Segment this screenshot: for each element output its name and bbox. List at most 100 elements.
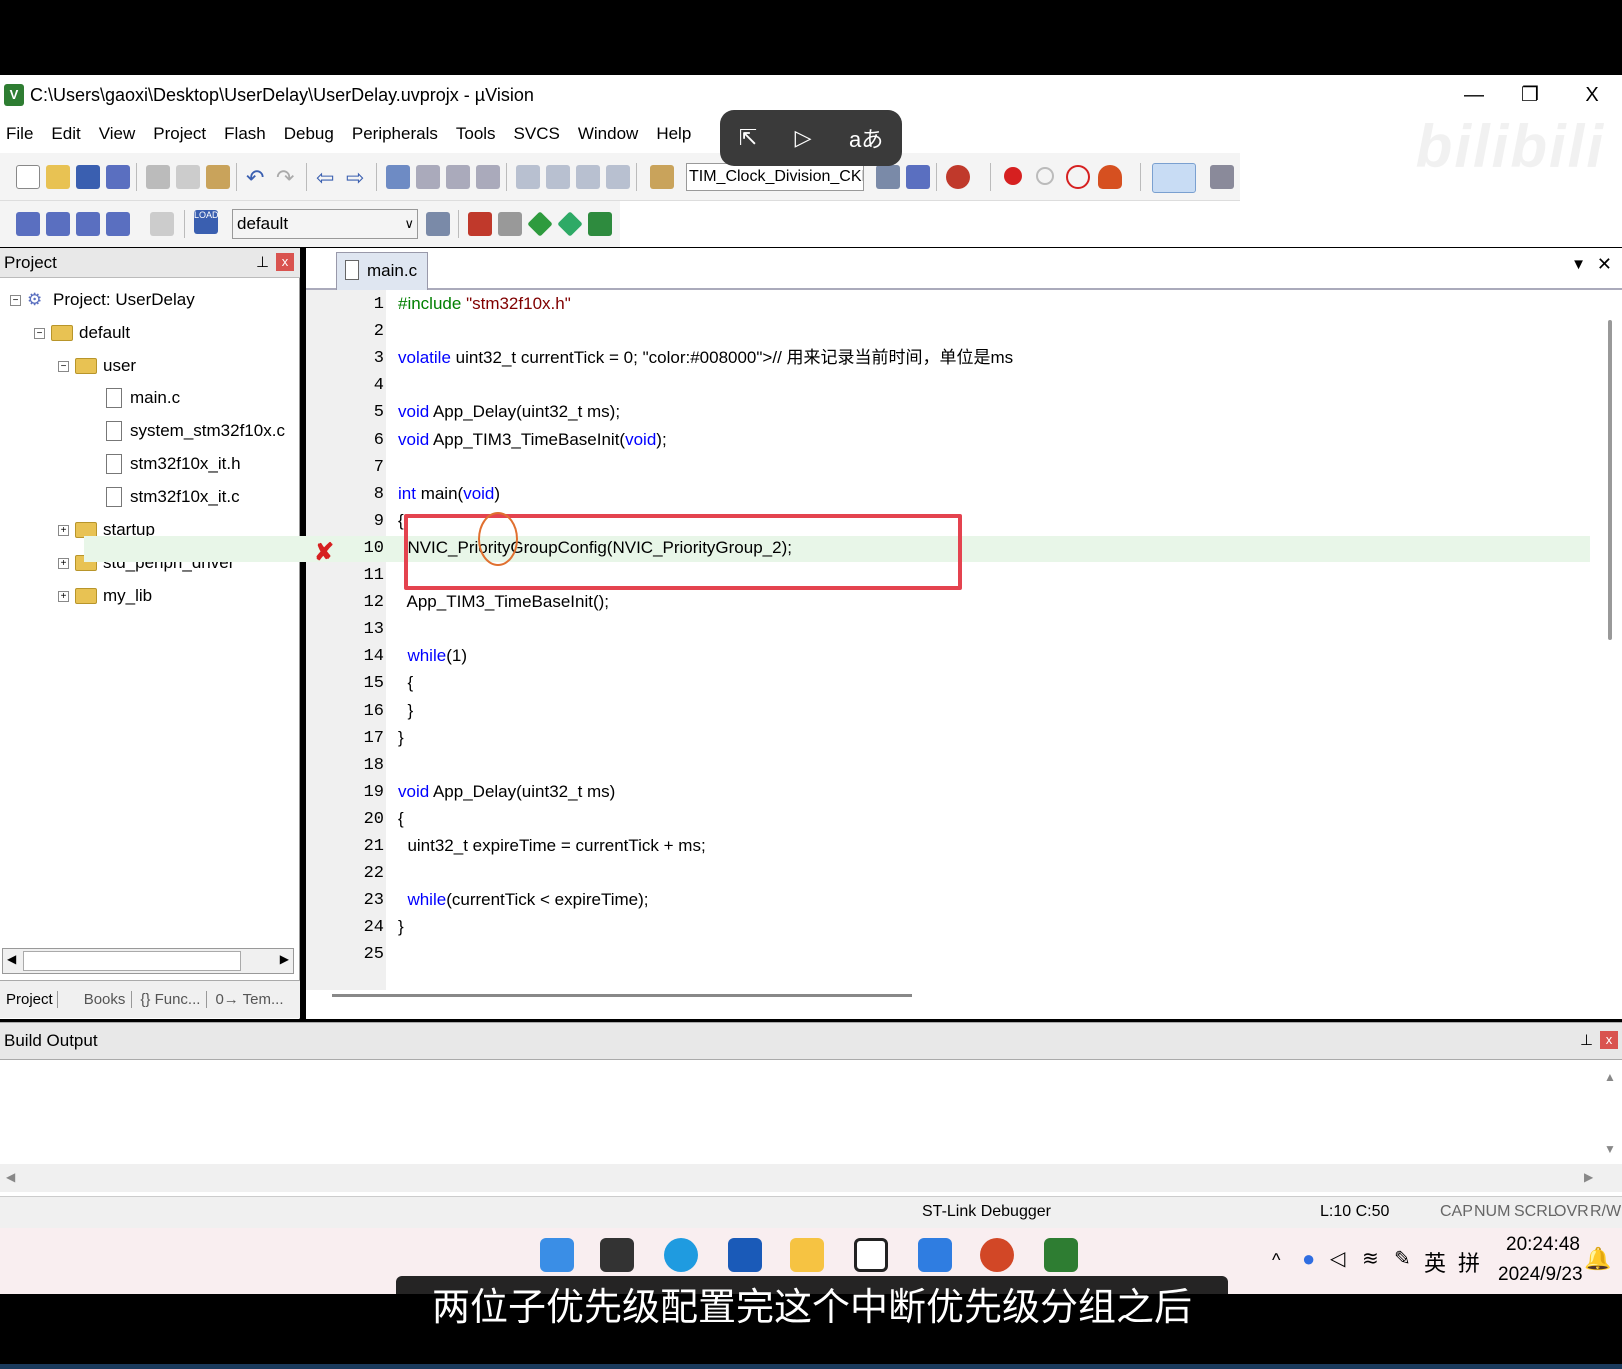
manage-components-icon[interactable] <box>468 212 492 236</box>
tab-list-icon[interactable]: ▼ <box>1571 256 1586 273</box>
breakpoint-icon[interactable] <box>1004 167 1022 185</box>
clock-time[interactable]: 20:24:48 <box>1506 1234 1580 1256</box>
scroll-down-icon[interactable]: ▼ <box>1604 1142 1616 1156</box>
menu-project[interactable]: Project <box>153 124 206 144</box>
code-line[interactable]: } <box>398 914 404 940</box>
target-options-icon[interactable] <box>426 212 450 236</box>
pack-installer-icon[interactable] <box>557 211 583 237</box>
run-time-env-icon[interactable] <box>527 211 553 237</box>
scroll-thumb[interactable] <box>23 951 241 971</box>
menu-tools[interactable]: Tools <box>456 124 496 144</box>
scroll-right-icon[interactable]: ▶ <box>1584 1170 1593 1184</box>
code-line[interactable]: void App_TIM3_TimeBaseInit(void); <box>398 427 667 453</box>
menu-peripherals[interactable]: Peripherals <box>352 124 438 144</box>
close-icon[interactable]: x <box>276 253 294 271</box>
windows-start-icon[interactable] <box>540 1238 574 1272</box>
code-line[interactable]: { <box>398 670 413 696</box>
file-explorer-icon[interactable] <box>790 1238 824 1272</box>
todo-app-icon[interactable] <box>728 1238 762 1272</box>
prev-bookmark-icon[interactable] <box>416 165 440 189</box>
build-icon[interactable] <box>46 212 70 236</box>
minimize-button[interactable]: — <box>1446 75 1502 115</box>
tree-file[interactable]: stm32f10x_it.h <box>106 454 241 474</box>
configure-icon[interactable] <box>1210 165 1234 189</box>
nav-back-icon[interactable]: ⇦ <box>316 165 340 190</box>
kill-all-breakpoints-icon[interactable] <box>1098 165 1122 189</box>
notification-bell-icon[interactable]: 🔔 <box>1584 1246 1611 1272</box>
pen-icon[interactable]: ✎ <box>1394 1246 1411 1271</box>
kill-breakpoints-icon[interactable] <box>1066 165 1090 189</box>
code-line[interactable]: { <box>398 508 404 534</box>
play-capture-icon[interactable]: ▷ <box>795 125 812 151</box>
scroll-right-icon[interactable]: ▶ <box>280 952 289 966</box>
debug-session-icon[interactable] <box>946 165 970 189</box>
pin-icon[interactable]: ⊥ <box>256 253 269 271</box>
unindent-icon[interactable] <box>546 165 570 189</box>
batch-build-icon[interactable] <box>106 212 130 236</box>
wifi-icon[interactable]: ≋ <box>1362 1246 1379 1271</box>
close-window-button[interactable]: X <box>1564 75 1620 115</box>
incremental-find-icon[interactable] <box>876 165 900 189</box>
disable-breakpoint-icon[interactable] <box>1036 167 1054 185</box>
window-layout-icon[interactable] <box>1152 163 1196 193</box>
stop-build-icon[interactable] <box>150 212 174 236</box>
screenshot-icon[interactable]: ⇱ <box>739 125 757 151</box>
tree-file[interactable]: main.c <box>106 388 180 408</box>
copy-icon[interactable] <box>176 165 200 189</box>
volume-icon[interactable]: ◁ <box>1330 1246 1345 1271</box>
menu-window[interactable]: Window <box>578 124 638 144</box>
menu-file[interactable]: File <box>6 124 33 144</box>
close-icon[interactable]: x <box>1600 1031 1618 1049</box>
tree-group-user[interactable]: − user <box>58 356 136 376</box>
code-line[interactable]: } <box>398 698 413 724</box>
scroll-thumb[interactable] <box>332 994 912 997</box>
scroll-left-icon[interactable]: ◀ <box>6 1170 15 1184</box>
save-icon[interactable] <box>76 165 100 189</box>
camera-app-icon[interactable] <box>854 1238 888 1272</box>
scroll-thumb[interactable] <box>1608 320 1612 640</box>
download-icon[interactable]: LOAD <box>194 210 219 234</box>
tree-file[interactable]: stm32f10x_it.c <box>106 487 240 507</box>
menu-svcs[interactable]: SVCS <box>514 124 560 144</box>
code-line[interactable]: } <box>398 725 404 751</box>
remote-app-icon[interactable] <box>918 1238 952 1272</box>
save-all-icon[interactable] <box>106 165 130 189</box>
powerpoint-icon[interactable] <box>980 1238 1014 1272</box>
pin-icon[interactable]: ⊥ <box>1580 1031 1593 1049</box>
uncomment-icon[interactable] <box>606 165 630 189</box>
tree-hscrollbar[interactable]: ◀ ▶ <box>2 948 294 974</box>
tree-group-my-lib[interactable]: + my_lib <box>58 586 152 606</box>
code-line[interactable]: while(1) <box>398 643 467 669</box>
menu-flash[interactable]: Flash <box>224 124 266 144</box>
code-line[interactable]: void App_Delay(uint32_t ms) <box>398 779 615 805</box>
find-combo[interactable]: TIM_Clock_Division_CKD <box>686 163 864 191</box>
translate-icon[interactable]: aあ <box>849 122 883 154</box>
code-line[interactable]: uint32_t expireTime = currentTick + ms; <box>398 833 705 859</box>
find-in-files-icon[interactable] <box>650 165 674 189</box>
bookmark-icon[interactable] <box>386 165 410 189</box>
redo-icon[interactable]: ↷ <box>276 165 300 190</box>
paste-icon[interactable] <box>206 165 230 189</box>
undo-icon[interactable]: ↶ <box>246 165 270 190</box>
tab-main-c[interactable]: main.c <box>336 252 428 290</box>
menu-help[interactable]: Help <box>656 124 691 144</box>
code-area[interactable]: 1 #include "stm32f10x.h" 2 3 volatile uint32… <box>300 295 1600 985</box>
uvision-taskbar-icon[interactable] <box>1044 1238 1078 1272</box>
microphone-icon[interactable]: ● <box>1302 1246 1315 1272</box>
scroll-left-icon[interactable]: ◀ <box>7 952 16 966</box>
file-extensions-icon[interactable] <box>498 212 522 236</box>
nav-forward-icon[interactable]: ⇨ <box>346 165 370 190</box>
new-file-icon[interactable] <box>16 165 40 189</box>
code-line[interactable]: while(currentTick < expireTime); <box>398 887 648 913</box>
tab-functions[interactable]: {} Func... <box>140 991 208 1008</box>
scroll-up-icon[interactable]: ▲ <box>1604 1070 1616 1084</box>
code-line[interactable]: void App_Delay(uint32_t ms); <box>398 399 620 425</box>
clock-date[interactable]: 2024/9/23 <box>1498 1264 1583 1286</box>
ime-mode[interactable]: 拼 <box>1458 1246 1480 1278</box>
tab-templates[interactable]: 0→ Tem... <box>215 991 283 1008</box>
code-line[interactable]: #include "stm32f10x.h" <box>398 295 571 317</box>
code-line[interactable]: { <box>398 806 404 832</box>
find-icon[interactable] <box>906 165 930 189</box>
build-output-text[interactable]: ▲ ▼ ◀ ▶ <box>0 1060 1622 1196</box>
translate-icon[interactable] <box>16 212 40 236</box>
